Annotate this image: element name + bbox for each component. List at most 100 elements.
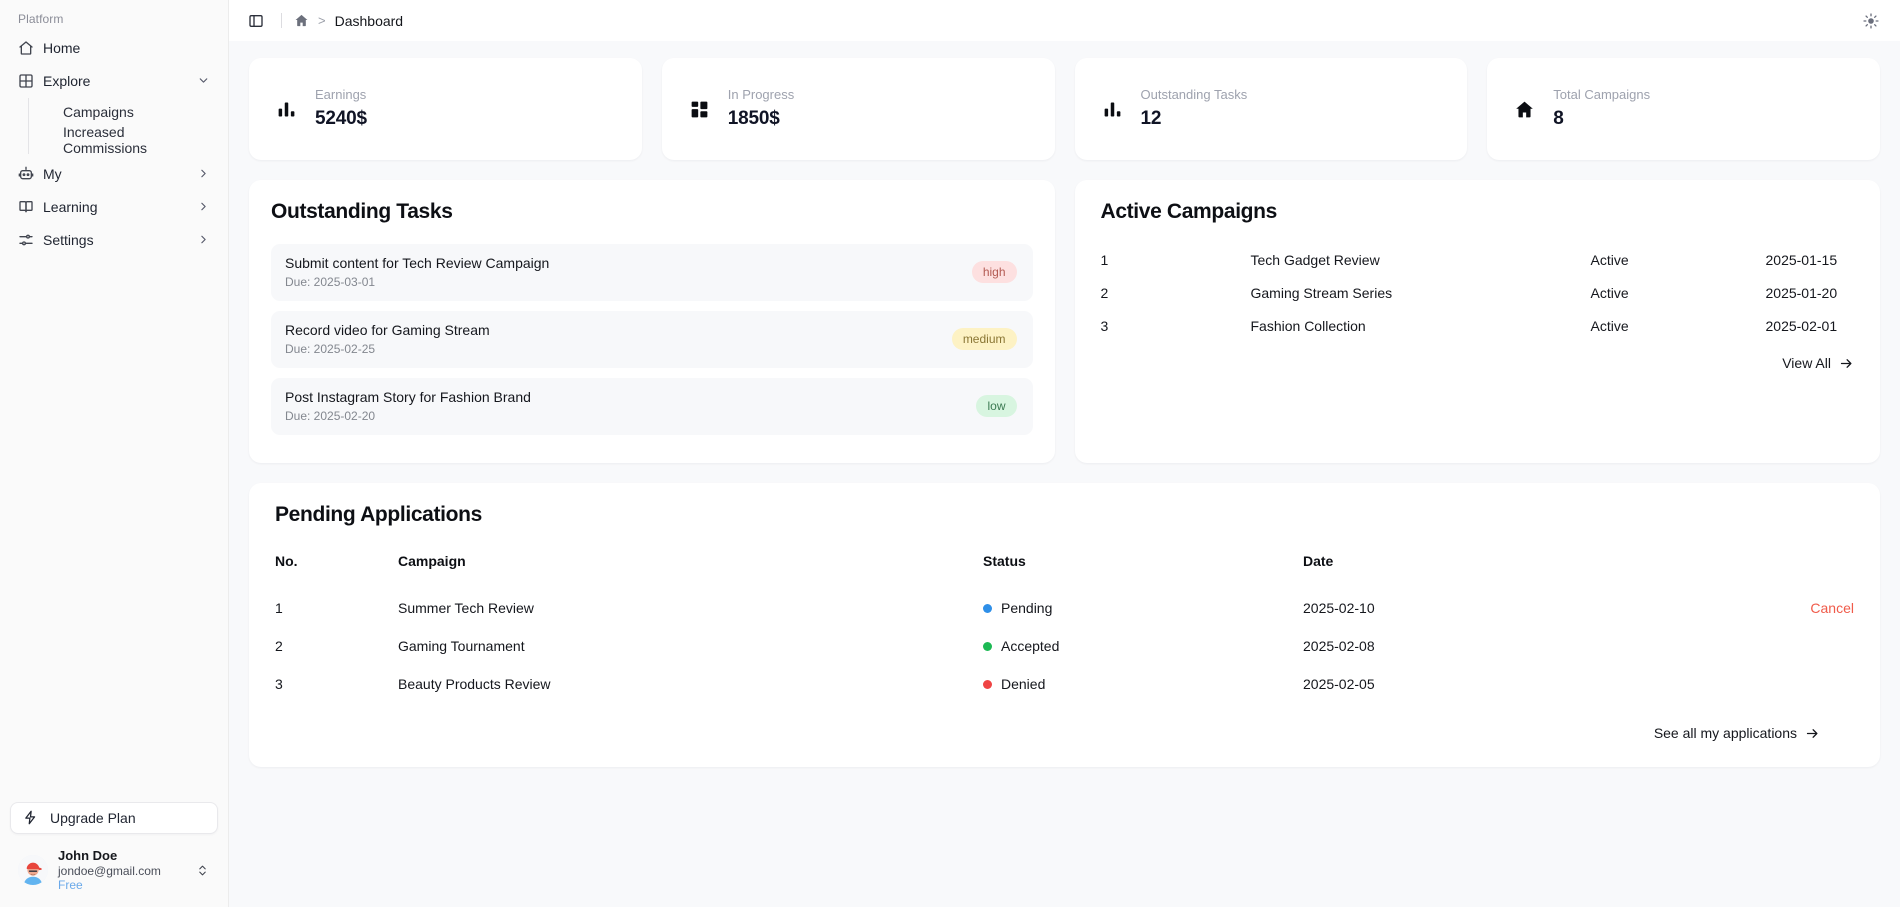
column-header-campaign: Campaign — [398, 553, 466, 569]
task-list-item[interactable]: Submit content for Tech Review Campaign … — [271, 244, 1033, 301]
stat-value: 5240$ — [315, 107, 367, 129]
column-header-date: Date — [1303, 553, 1334, 569]
stat-text: In Progress 1850$ — [728, 86, 794, 131]
sidebar-item-campaigns[interactable]: Campaigns — [55, 98, 218, 126]
table-header-row: No. Campaign Status Date — [275, 547, 1854, 589]
stat-card-outstanding-tasks[interactable]: Outstanding Tasks 12 — [1074, 58, 1468, 160]
page-title-outstanding-tasks: Outstanding Tasks — [271, 200, 453, 223]
sidebar-submenu-explore: Campaigns Increased Commissions — [28, 98, 218, 156]
chevron-right-icon[interactable] — [196, 200, 210, 214]
arrow-right-icon — [1839, 356, 1854, 371]
user-plan-badge: Free — [58, 878, 83, 893]
see-all-applications-link[interactable]: See all my applications — [275, 725, 1854, 741]
sidebar-item-increased-commissions[interactable]: Increased Commissions — [55, 124, 218, 156]
task-name: Submit content for Tech Review Campaign — [285, 255, 550, 271]
sidebar-item-home[interactable]: Home — [10, 32, 218, 63]
chevron-up-down-icon[interactable] — [196, 864, 210, 877]
application-campaign: Gaming Tournament — [398, 638, 525, 654]
stat-text: Earnings 5240$ — [315, 86, 367, 131]
sidebar-item-label: Settings — [43, 231, 94, 248]
page-title-active-campaigns: Active Campaigns — [1100, 200, 1278, 223]
table-row[interactable]: 1 Summer Tech Review Pending 2025-02-10 — [275, 589, 1854, 627]
task-list-item[interactable]: Post Instagram Story for Fashion Brand D… — [271, 378, 1033, 435]
campaign-name: Tech Gadget Review — [1250, 252, 1380, 268]
upgrade-plan-button[interactable]: Upgrade Plan — [10, 801, 218, 834]
sidebar-item-label: Home — [43, 39, 81, 56]
application-status-label: Denied — [1001, 676, 1046, 692]
task-due-date: Due: 2025-03-01 — [285, 275, 376, 289]
avatar — [18, 855, 48, 886]
grid-icon — [18, 73, 34, 89]
stat-value: 12 — [1140, 107, 1162, 129]
user-profile-row[interactable]: John Doe jondoe@gmail.com Free — [10, 844, 218, 899]
application-action-cell — [1653, 665, 1854, 703]
application-status-label: Pending — [1001, 600, 1053, 616]
application-action-cell: Cancel — [1653, 589, 1854, 627]
sidebar-nav: Home Explore Campaigns Increased Commiss… — [0, 32, 228, 257]
page-title-pending-applications: Pending Applications — [275, 503, 482, 526]
home-filled-icon — [1513, 98, 1536, 121]
application-campaign: Summer Tech Review — [398, 600, 534, 616]
breadcrumb-separator: > — [318, 13, 326, 28]
dashboard-content: Earnings 5240$ In Progress 1850$ Outstan… — [229, 41, 1900, 907]
task-due-date: Due: 2025-02-25 — [285, 342, 376, 356]
user-meta: John Doe jondoe@gmail.com Free — [58, 848, 186, 893]
stats-row: Earnings 5240$ In Progress 1850$ Outstan… — [249, 58, 1880, 160]
status-dot — [983, 603, 992, 613]
application-status-cell: Denied — [983, 665, 1303, 703]
bar-chart-icon — [1101, 98, 1124, 121]
task-list-item[interactable]: Record video for Gaming Stream Due: 2025… — [271, 311, 1033, 368]
application-no: 1 — [275, 600, 283, 616]
campaign-name: Gaming Stream Series — [1250, 285, 1393, 301]
stat-label: Outstanding Tasks — [1140, 87, 1248, 103]
chevron-right-icon[interactable] — [196, 233, 210, 247]
column-header-no: No. — [275, 553, 298, 569]
arrow-right-icon — [1805, 726, 1820, 741]
campaign-status: Active — [1590, 285, 1629, 301]
main-area: > Dashboard Earnings 5240$ In Progress 1… — [229, 0, 1900, 907]
pending-applications-panel: Pending Applications No. Campaign Status… — [249, 483, 1880, 767]
sliders-icon — [18, 232, 34, 248]
stat-text: Outstanding Tasks 12 — [1141, 86, 1248, 131]
application-no: 3 — [275, 676, 283, 692]
sidebar-item-label: Learning — [43, 198, 98, 215]
application-date: 2025-02-10 — [1303, 600, 1375, 616]
status-badge: medium — [951, 327, 1017, 351]
panel-toggle-icon[interactable] — [243, 8, 269, 34]
sidebar-item-my[interactable]: My — [10, 158, 218, 189]
status-dot — [983, 679, 992, 689]
view-all-campaigns-link[interactable]: View All — [1101, 355, 1855, 371]
table-row[interactable]: 3 Beauty Products Review Denied 2025-02-… — [275, 665, 1854, 703]
table-row[interactable]: 1 Tech Gadget Review Active 2025-01-15 — [1101, 244, 1855, 277]
campaign-date: 2025-01-15 — [1765, 252, 1838, 268]
table-row[interactable]: 3 Fashion Collection Active 2025-02-01 — [1101, 310, 1855, 343]
stat-card-total-campaigns[interactable]: Total Campaigns 8 — [1487, 58, 1880, 160]
campaign-no: 2 — [1100, 285, 1109, 301]
sidebar-item-learning[interactable]: Learning — [10, 191, 218, 222]
pending-applications-table: No. Campaign Status Date 1 Summer Tech R… — [275, 547, 1854, 703]
application-date: 2025-02-05 — [1303, 676, 1375, 692]
task-name: Record video for Gaming Stream — [285, 322, 490, 338]
sidebar-item-label: Explore — [43, 72, 91, 89]
stat-card-earnings[interactable]: Earnings 5240$ — [249, 58, 642, 160]
task-main: Submit content for Tech Review Campaign … — [285, 255, 972, 289]
sidebar-item-explore[interactable]: Explore — [10, 65, 218, 96]
campaign-date: 2025-01-20 — [1765, 285, 1838, 301]
table-row[interactable]: 2 Gaming Tournament Accepted 2025-02-08 — [275, 627, 1854, 665]
cancel-button[interactable]: Cancel — [1810, 600, 1854, 616]
sun-icon[interactable] — [1858, 8, 1884, 34]
chevron-right-icon[interactable] — [196, 167, 210, 181]
chevron-down-icon[interactable] — [196, 74, 210, 88]
home-icon[interactable] — [294, 13, 309, 28]
sidebar-item-settings[interactable]: Settings — [10, 224, 218, 255]
stat-label: Total Campaigns — [1553, 87, 1651, 103]
table-row[interactable]: 2 Gaming Stream Series Active 2025-01-20 — [1101, 277, 1855, 310]
stat-card-in-progress[interactable]: In Progress 1850$ — [661, 58, 1055, 160]
mid-row: Outstanding Tasks Submit content for Tec… — [249, 180, 1880, 463]
task-main: Record video for Gaming Stream Due: 2025… — [285, 322, 952, 356]
column-header-status: Status — [983, 553, 1026, 569]
application-date: 2025-02-08 — [1303, 638, 1375, 654]
status-badge: low — [976, 394, 1017, 418]
layout-grid-icon — [688, 98, 711, 121]
outstanding-tasks-panel: Outstanding Tasks Submit content for Tec… — [249, 180, 1055, 463]
